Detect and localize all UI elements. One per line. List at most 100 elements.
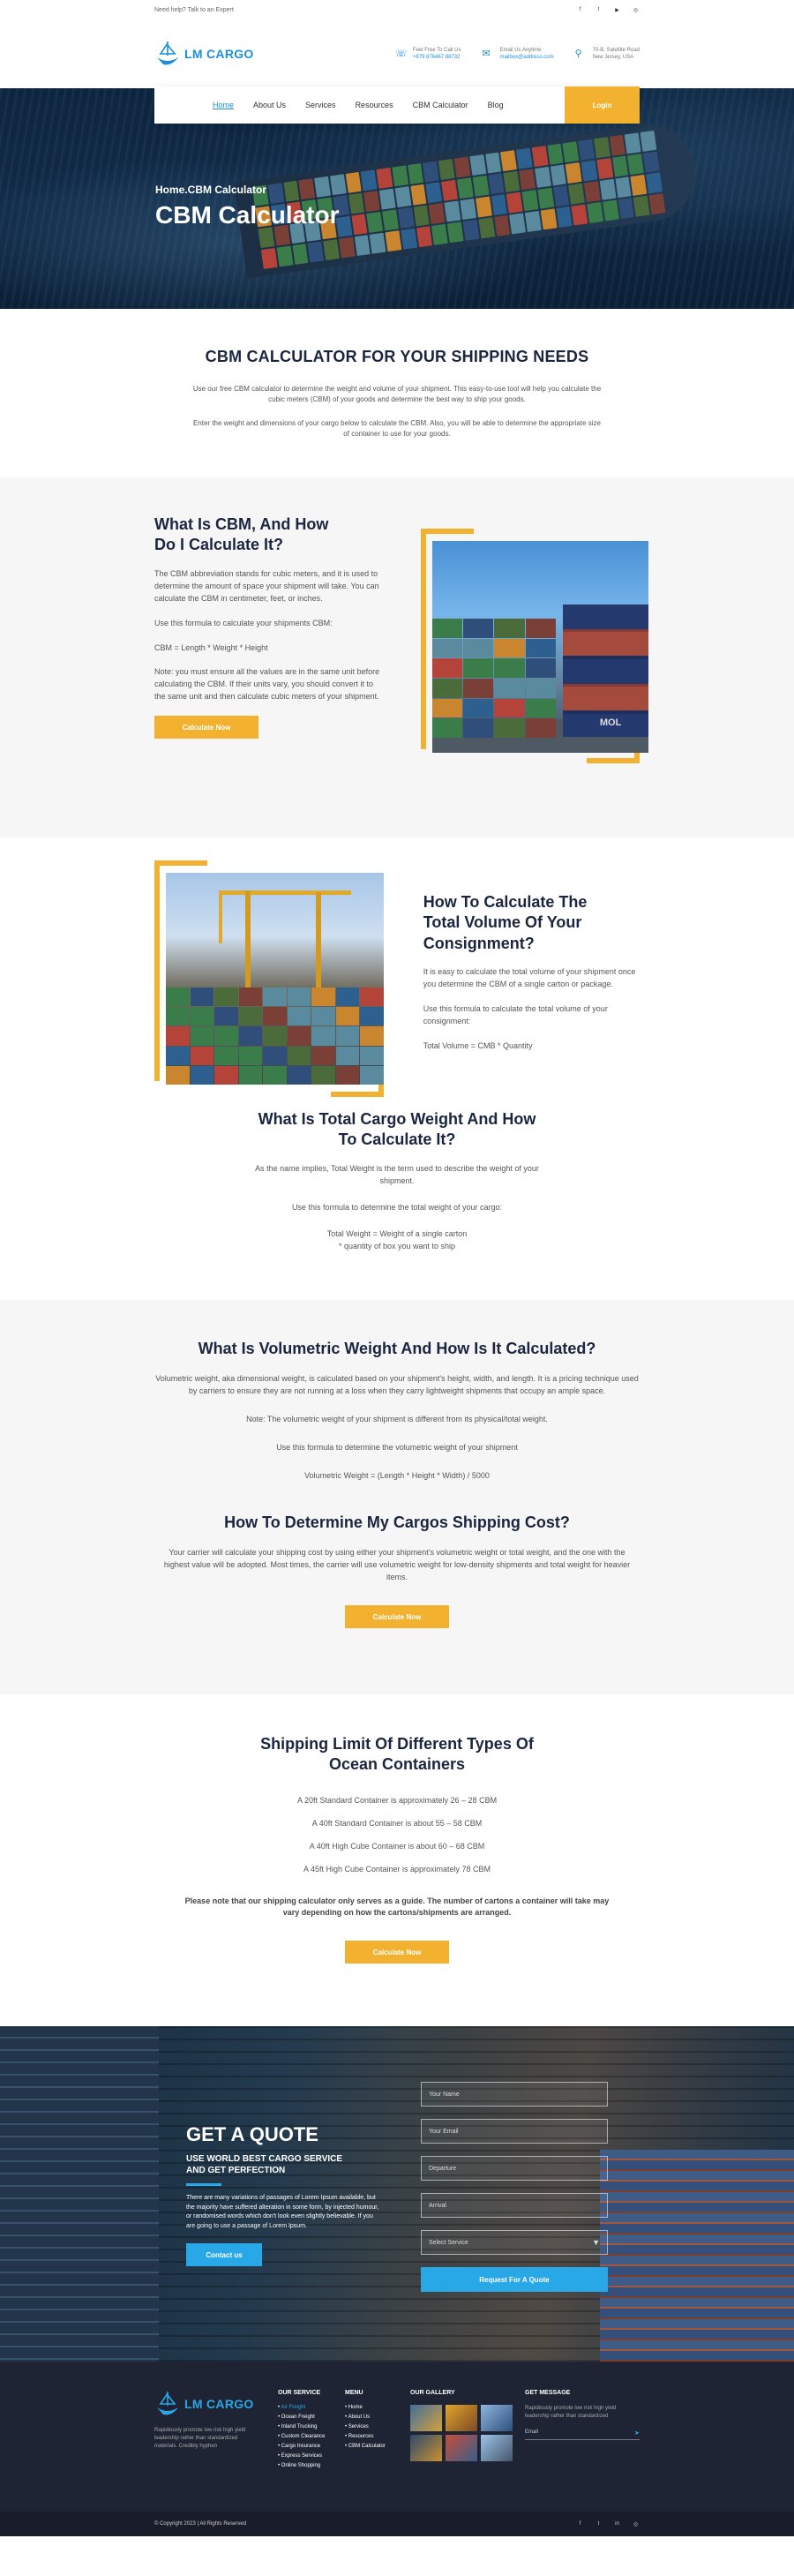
nav-resources[interactable]: Resources <box>346 101 403 109</box>
paragraph: As the name implies, Total Weight is the… <box>255 1163 539 1185</box>
copyright-text: © Copyright 2023 | All Rights Reserved <box>154 2521 247 2527</box>
cbm-text: What Is CBM, And How Do I Calculate It? T… <box>154 514 386 758</box>
departure-field[interactable]: Departure <box>421 2156 608 2181</box>
footer-heading: OUR SERVICE <box>278 2390 321 2396</box>
volumetric-section: What Is Volumetric Weight And How Is It … <box>0 1300 794 1694</box>
logo-text: LM CARGO <box>184 2397 254 2411</box>
ship-logo-icon <box>157 2392 178 2415</box>
nav-blog[interactable]: Blog <box>478 101 513 109</box>
instagram-icon[interactable]: ◎ <box>632 6 640 14</box>
footer-link[interactable]: Resources <box>345 2434 410 2439</box>
footer-link[interactable]: Home <box>345 2405 410 2410</box>
calculate-now-button[interactable]: Calculate Now <box>345 1605 449 1629</box>
gallery-thumbnail[interactable] <box>481 2405 513 2431</box>
help-text: Need help? Talk to an Expert <box>154 6 234 13</box>
facebook-icon[interactable]: f <box>576 6 584 14</box>
paragraph: Use this formula to calculate the total … <box>423 1004 608 1025</box>
gallery-thumbnail[interactable] <box>410 2435 442 2461</box>
nav-home[interactable]: Home <box>203 101 243 109</box>
request-quote-button[interactable]: Request For A Quote <box>421 2267 608 2292</box>
quote-title: GET A QUOTE <box>186 2123 318 2145</box>
mail-icon: ✉ <box>482 49 491 59</box>
weight-section: What Is Total Cargo Weight And How To Cal… <box>0 1109 794 1300</box>
intro-paragraph: Use our free CBM calculator to determine… <box>192 385 602 404</box>
name-field[interactable]: Your Name <box>421 2082 608 2107</box>
page-title: CBM Calculator <box>155 201 340 229</box>
twitter-icon[interactable]: t <box>595 2520 603 2528</box>
gallery-thumbnail[interactable] <box>446 2405 477 2431</box>
input-placeholder: Email <box>525 2430 539 2435</box>
location-icon: ⚲ <box>574 49 582 59</box>
select-value: Select Service <box>429 2239 468 2246</box>
contact-location: ⚲ 70-B, Satellite Road New Jersey, USA <box>575 48 640 60</box>
instagram-icon[interactable]: ◎ <box>632 2520 640 2528</box>
formula: Total Volume = CMB * Quantity <box>423 1040 533 1050</box>
breadcrumb[interactable]: Home.CBM Calculator <box>155 184 339 196</box>
section-title: What Is Total Cargo Weight And How To Cal… <box>258 1110 536 1149</box>
contact-label: 70-B, Satellite Road <box>592 48 640 53</box>
gallery-thumbnail[interactable] <box>446 2435 477 2461</box>
footer-logo[interactable]: LM CARGO <box>154 2390 278 2418</box>
footer-link[interactable]: Services <box>345 2424 410 2430</box>
paragraph: Use this formula to calculate your shipm… <box>154 618 333 627</box>
header: LM CARGO ☏ Feel Free To Call Us +879 8764… <box>0 19 794 88</box>
chevron-down-icon: ▼ <box>592 2238 600 2247</box>
section-title: What Is CBM, And How Do I Calculate It? <box>154 515 329 554</box>
contact-us-button[interactable]: Contact us <box>186 2243 262 2266</box>
contact-label: Feel Free To Call Us <box>412 48 461 53</box>
volume-section: How To Calculate The Total Volume Of Your… <box>0 837 794 1109</box>
paragraph: The CBM abbreviation stands for cubic me… <box>154 568 379 603</box>
contact-info: ☏ Feel Free To Call Us +879 876467 88732 … <box>395 48 640 60</box>
ship-logo-icon <box>157 41 178 65</box>
footer-message: GET MESSAGE Rapidiously promote low risk… <box>525 2390 640 2512</box>
nav-about[interactable]: About Us <box>243 101 296 109</box>
list-item: A 20ft Standard Container is approximate… <box>296 1795 498 1805</box>
linkedin-icon[interactable]: in <box>613 2520 621 2528</box>
section-title: How To Determine My Cargos Shipping Cost… <box>224 1513 570 1532</box>
calculate-now-button[interactable]: Calculate Now <box>345 1941 449 1964</box>
footer-link[interactable]: Online Shopping <box>278 2463 345 2468</box>
copyright-bar: © Copyright 2023 | All Rights Reserved f… <box>0 2512 794 2536</box>
youtube-icon[interactable]: ▶ <box>613 6 621 14</box>
login-button[interactable]: Login <box>565 86 640 124</box>
footer-link[interactable]: Express Services <box>278 2453 345 2459</box>
footer-link[interactable]: CBM Calculator <box>345 2444 410 2449</box>
footer-link[interactable]: Inland Trucking <box>278 2424 345 2430</box>
container-stack-photo: MOL <box>431 541 648 753</box>
contact-email: ✉ Email Us Anytime mailbox@address.com <box>483 48 554 60</box>
paragraph: Note: you must ensure all the values are… <box>154 667 380 702</box>
twitter-icon[interactable]: t <box>595 6 603 14</box>
formula: CBM = Length * Weight * Height <box>154 642 268 652</box>
footer-link[interactable]: About Us <box>345 2415 410 2420</box>
contact-value[interactable]: +879 876467 88732 <box>413 55 461 60</box>
footer-link[interactable]: Cargo Insurance <box>278 2444 345 2449</box>
quote-form: Your Name Your Email Departure Arrival S… <box>421 2082 608 2292</box>
footer-link[interactable]: Air Freight <box>278 2405 345 2410</box>
newsletter-email-input[interactable]: Email ➤ <box>525 2430 640 2440</box>
contact-phone: ☏ Feel Free To Call Us +879 876467 88732 <box>395 48 461 60</box>
logo[interactable]: LM CARGO <box>154 40 254 68</box>
gallery-thumbnail[interactable] <box>481 2435 513 2461</box>
facebook-icon[interactable]: f <box>576 2520 584 2528</box>
nav-cbm-calculator[interactable]: CBM Calculator <box>403 101 478 109</box>
contact-value[interactable]: mailbox@address.com <box>500 55 554 60</box>
footer-menu: MENU Home About Us Services Resources CB… <box>345 2390 410 2512</box>
arrival-field[interactable]: Arrival <box>421 2193 608 2218</box>
topbar: Need help? Talk to an Expert f t ▶ ◎ <box>0 0 794 19</box>
email-field[interactable]: Your Email <box>421 2119 608 2144</box>
gallery-thumbnail[interactable] <box>410 2405 442 2431</box>
section-title: How To Calculate The Total Volume Of Your… <box>423 893 588 952</box>
service-select[interactable]: Select Service ▼ <box>421 2230 608 2255</box>
intro-section: CBM CALCULATOR FOR YOUR SHIPPING NEEDS U… <box>0 309 794 477</box>
calculate-now-button[interactable]: Calculate Now <box>154 716 258 740</box>
main-nav: Home About Us Services Resources CBM Cal… <box>154 86 640 124</box>
footer-link[interactable]: Ocean Freight <box>278 2415 345 2420</box>
send-icon[interactable]: ➤ <box>634 2430 640 2437</box>
nav-services[interactable]: Services <box>296 101 346 109</box>
footer-about-text: Rapidiously promote low risk high yield … <box>154 2428 246 2449</box>
social-links: f t ▶ ◎ <box>576 6 640 14</box>
intro-title: CBM CALCULATOR FOR YOUR SHIPPING NEEDS <box>205 348 589 365</box>
footer-link[interactable]: Custom Clearance <box>278 2434 345 2439</box>
footer: LM CARGO Rapidiously promote low risk hi… <box>0 2362 794 2512</box>
list-item: A 40ft Standard Container is about 55 – … <box>311 1818 483 1828</box>
